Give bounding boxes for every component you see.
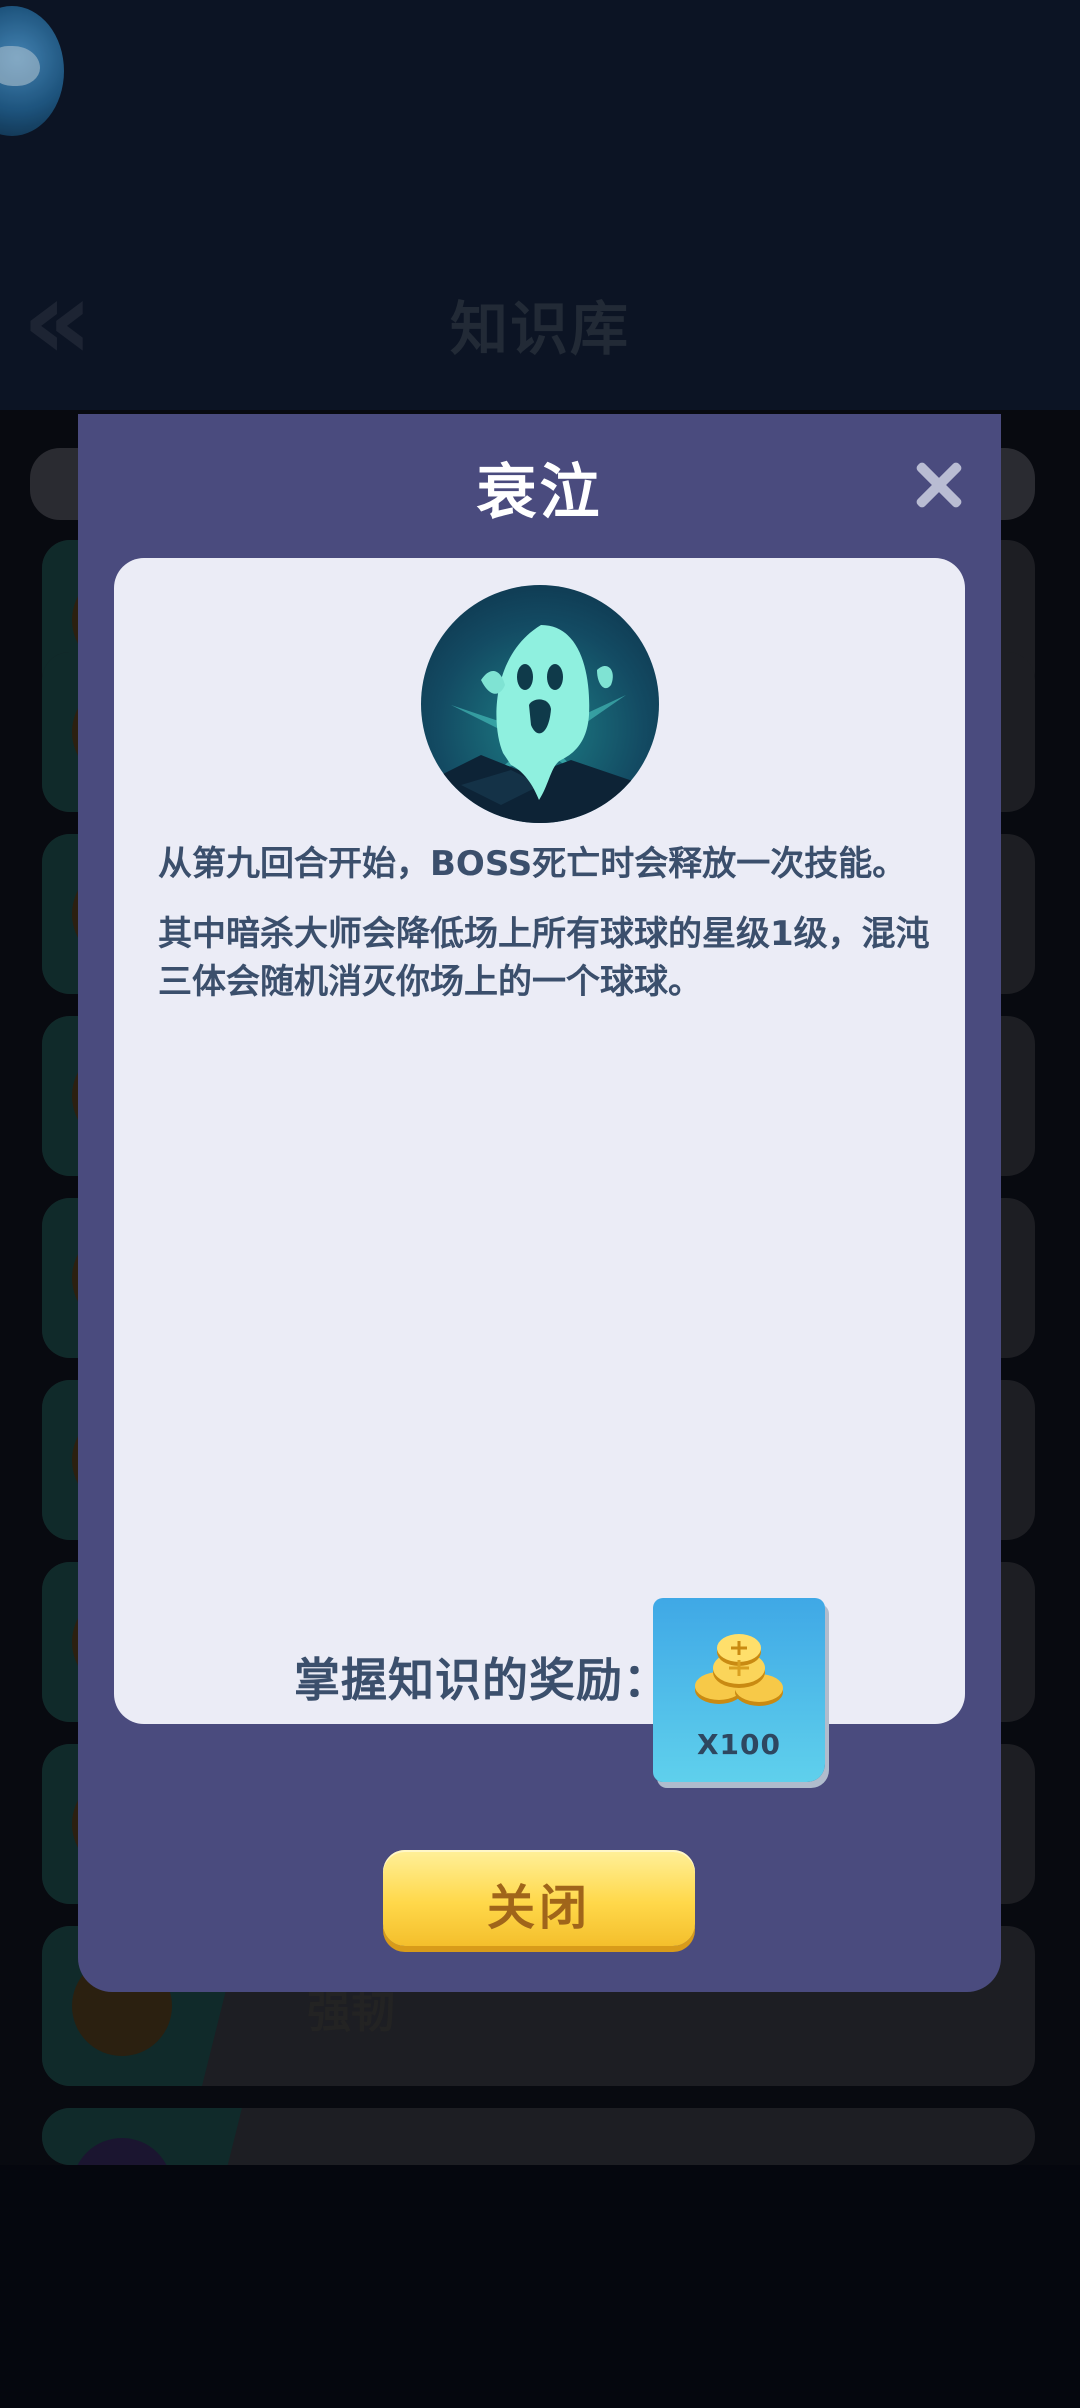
close-button[interactable]: 关闭 [383,1850,695,1946]
list-item[interactable]: … [42,2108,1035,2165]
description-line: 其中暗杀大师会降低场上所有球球的星级1级，混沌三体会随机消灭你场上的一个球球。 [158,914,930,1002]
gold-coins-icon [695,1634,783,1706]
reward-item[interactable]: X100 [653,1598,825,1782]
ghost-icon [421,585,659,823]
description-line: 从第九回合开始，BOSS死亡时会释放一次技能。 [158,844,907,884]
close-icon[interactable] [908,454,968,514]
page-title: 知识库 [449,295,630,363]
close-button-label: 关闭 [486,1880,591,1936]
knowledge-panel: 从第九回合开始，BOSS死亡时会释放一次技能。 其中暗杀大师会降低场上所有球球的… [114,558,965,1782]
bottom-area [0,2165,1080,2408]
reward-label: 掌握知识的奖励： [294,1653,670,1707]
avatar[interactable] [0,6,64,136]
knowledge-modal: 衰泣 从第九回合开始，BOSS死亡时会释放一次技能。 其中暗杀大师会降低场上所有… [78,414,1001,1992]
description: 从第九回合开始，BOSS死亡时会释放一次技能。 其中暗杀大师会降低场上所有球球的… [158,840,938,1028]
reward-quantity: X100 [696,1728,782,1761]
page-header: « 知识库 [0,0,1080,410]
modal-title: 衰泣 [476,458,603,528]
